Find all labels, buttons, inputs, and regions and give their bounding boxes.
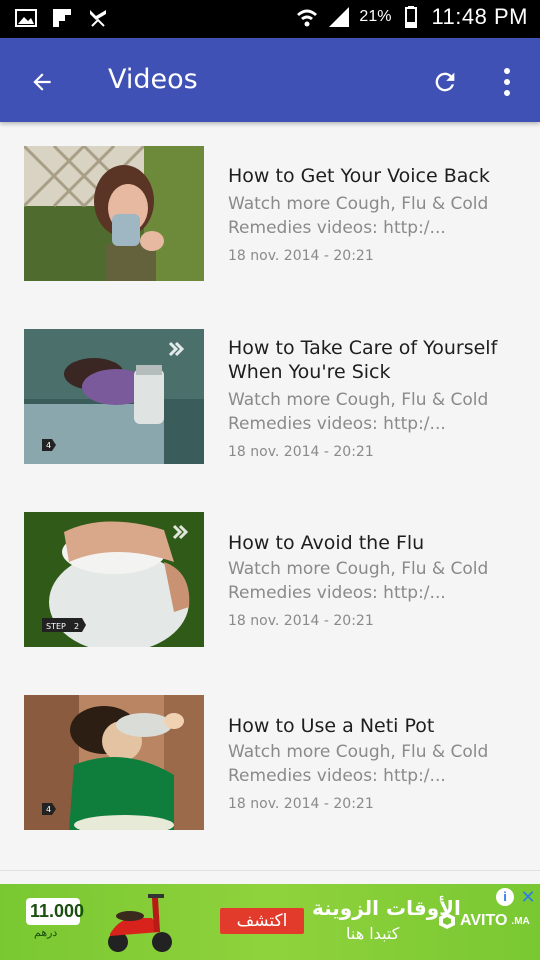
video-description: Watch more Cough, Flu & Cold Remedies vi…	[228, 742, 489, 786]
flipboard-icon	[53, 9, 71, 27]
info-icon[interactable]: i	[496, 888, 514, 906]
battery-icon	[405, 6, 418, 28]
video-thumbnail	[24, 146, 204, 281]
video-description: Watch more Cough, Flu & Cold Remedies vi…	[228, 390, 489, 434]
video-item-care-when-sick[interactable]: 4 How to Take Care of Yourself When You'…	[0, 306, 540, 476]
video-description: Watch more Cough, Flu & Cold Remedies vi…	[228, 559, 489, 603]
video-title: How to Use a Neti Pot	[228, 715, 435, 737]
video-title: How to Take Care of Yourself When You're…	[228, 337, 498, 383]
gallery-icon	[15, 9, 37, 27]
refresh-button[interactable]	[425, 62, 465, 102]
svg-text:4: 4	[46, 805, 51, 814]
page-title: Videos	[108, 64, 198, 95]
overflow-menu-button[interactable]	[492, 62, 522, 102]
svg-text:4: 4	[46, 441, 51, 450]
video-thumbnail: STEP 2	[24, 512, 204, 647]
download-check-icon	[90, 10, 106, 27]
list-divider	[0, 870, 540, 871]
more-vert-icon	[504, 68, 510, 74]
arrow-back-icon	[33, 73, 51, 91]
wifi-icon	[297, 9, 318, 27]
video-thumbnail: 4	[24, 695, 204, 830]
ad-currency: درهم	[34, 927, 58, 939]
ad-banner[interactable]: 11.000 درهم اكتشف الأوقات الزوينة كتبدا …	[0, 884, 540, 960]
close-icon[interactable]: ✕	[518, 887, 538, 907]
back-button[interactable]	[22, 62, 62, 102]
video-date: 18 nov. 2014 - 20:21	[228, 613, 374, 629]
video-item-neti-pot[interactable]: 4 How to Use a Neti Pot Watch more Cough…	[0, 672, 540, 842]
video-thumbnail: 4	[24, 329, 204, 464]
scooter-image	[108, 894, 172, 952]
refresh-icon	[435, 72, 455, 92]
signal-icon	[329, 7, 350, 27]
video-description: Watch more Cough, Flu & Cold Remedies vi…	[228, 194, 489, 238]
video-item-avoid-flu[interactable]: STEP 2 How to Avoid the Flu Watch more C…	[0, 489, 540, 659]
svg-text:2: 2	[74, 622, 79, 631]
ad-cta-button[interactable]: اكتشف	[220, 908, 304, 934]
ad-subline: كتبدا هنا	[346, 924, 400, 943]
ad-price: 11.000	[26, 898, 84, 925]
video-date: 18 nov. 2014 - 20:21	[228, 796, 374, 812]
ad-brand: AVITO .MA	[438, 912, 530, 930]
video-title: How to Get Your Voice Back	[228, 165, 490, 187]
svg-text:STEP: STEP	[46, 622, 66, 631]
app-bar: Videos	[0, 38, 540, 122]
video-date: 18 nov. 2014 - 20:21	[228, 248, 374, 264]
video-title: How to Avoid the Flu	[228, 532, 425, 554]
clock: 11:48 PM	[431, 4, 528, 29]
status-bar: 21% 11:48 PM	[0, 0, 540, 38]
battery-percent: 21%	[359, 8, 392, 25]
video-date: 18 nov. 2014 - 20:21	[228, 444, 374, 460]
avito-logo-icon	[439, 913, 455, 929]
video-item-voice-back[interactable]: How to Get Your Voice Back Watch more Co…	[0, 122, 540, 292]
